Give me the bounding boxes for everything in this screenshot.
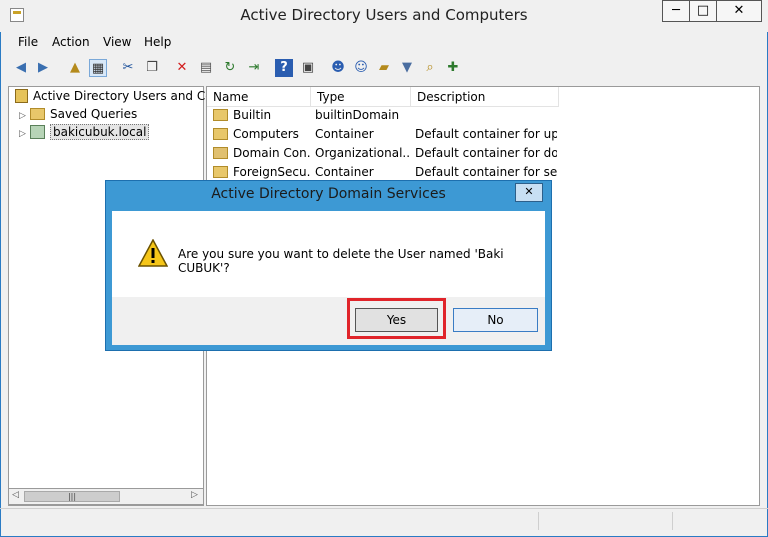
row-name: ForeignSecu... <box>233 165 311 179</box>
console-root-icon <box>15 89 28 103</box>
export-list-icon[interactable]: ⇥ <box>245 59 263 77</box>
scroll-right-icon[interactable]: ▷ <box>191 490 198 500</box>
create-group-icon[interactable]: ☺ <box>352 59 370 77</box>
cut-icon[interactable]: ✂ <box>119 59 137 77</box>
title-bar: Active Directory Users and Computers ─ □… <box>0 0 768 32</box>
close-button[interactable]: ✕ <box>716 0 762 22</box>
minimize-button[interactable]: ─ <box>662 0 690 22</box>
tree-item-label: bakicubuk.local <box>50 124 150 140</box>
show-hide-icon[interactable]: ▣ <box>299 59 317 77</box>
tree-horizontal-scrollbar[interactable]: ◁ ||| ▷ <box>8 488 204 505</box>
maximize-button[interactable]: □ <box>689 0 717 22</box>
scroll-thumb[interactable]: ||| <box>24 491 120 502</box>
row-name: Computers <box>233 127 299 141</box>
row-description <box>415 106 557 125</box>
warning-icon <box>138 239 168 267</box>
up-folder-icon[interactable]: ▲ <box>66 59 84 77</box>
row-name: Domain Con... <box>233 146 311 160</box>
column-header-type[interactable]: Type <box>311 87 411 107</box>
dialog-close-button[interactable]: ✕ <box>515 183 543 202</box>
column-header-description[interactable]: Description <box>411 87 559 107</box>
tree-root-label: Active Directory Users and Com <box>33 89 225 103</box>
back-icon[interactable]: ◀ <box>12 59 30 77</box>
menu-action[interactable]: Action <box>52 35 90 49</box>
find-icon[interactable]: ⌕ <box>421 59 439 77</box>
refresh-icon[interactable]: ↻ <box>221 59 239 77</box>
row-name: Builtin <box>233 108 272 122</box>
create-user-icon[interactable]: ☻ <box>329 59 347 77</box>
menu-help[interactable]: Help <box>144 35 171 49</box>
menu-file[interactable]: File <box>18 35 38 49</box>
row-type: Container <box>315 127 374 141</box>
tree-item-saved-queries[interactable]: ▷ Saved Queries <box>19 105 137 123</box>
row-type: Organizational... <box>315 146 411 160</box>
folder-icon <box>30 108 45 120</box>
ou-folder-icon <box>213 147 228 159</box>
delete-icon[interactable]: ✕ <box>173 59 191 77</box>
add-to-group-icon[interactable]: ✚ <box>444 59 462 77</box>
row-description: Default container for do... <box>415 146 557 160</box>
folder-icon <box>213 109 228 121</box>
status-divider <box>538 512 540 530</box>
no-button[interactable]: No <box>453 308 538 332</box>
create-ou-icon[interactable]: ▰ <box>375 59 393 77</box>
confirm-delete-dialog: Active Directory Domain Services ✕ Are y… <box>105 180 552 351</box>
show-console-tree-icon[interactable]: ▦ <box>89 59 107 77</box>
dialog-message: Are you sure you want to delete the User… <box>178 247 504 275</box>
menu-view[interactable]: View <box>103 35 131 49</box>
status-bar <box>0 508 768 535</box>
folder-icon <box>213 128 228 140</box>
tree-item-domain[interactable]: ▷ bakicubuk.local <box>19 123 150 143</box>
toolbar: ◀ ▶ ▲ ▦ ✂ ❐ ✕ ▤ ↻ ⇥ ? ▣ ☻ ☺ ▰ ▼ ⌕ ✚ <box>0 55 768 81</box>
menu-bar: File Action View Help <box>0 33 768 53</box>
tree-root[interactable]: Active Directory Users and Com <box>15 87 224 105</box>
highlight-box <box>347 298 446 339</box>
help-icon[interactable]: ? <box>275 59 293 77</box>
row-description: Default container for up... <box>415 127 557 141</box>
properties-icon[interactable]: ▤ <box>197 59 215 77</box>
tree-item-label: Saved Queries <box>50 107 138 121</box>
copy-icon[interactable]: ❐ <box>143 59 161 77</box>
expand-arrow-icon[interactable]: ▷ <box>19 125 27 143</box>
window-title: Active Directory Users and Computers <box>240 6 528 24</box>
dialog-title: Active Directory Domain Services <box>211 186 446 202</box>
row-type: builtinDomain <box>315 108 400 122</box>
forward-icon[interactable]: ▶ <box>34 59 52 77</box>
scroll-left-icon[interactable]: ◁ <box>12 490 19 500</box>
folder-icon <box>213 166 228 178</box>
domain-icon <box>30 125 45 139</box>
column-header-name[interactable]: Name <box>207 87 311 107</box>
filter-icon[interactable]: ▼ <box>398 59 416 77</box>
status-divider <box>672 512 674 530</box>
